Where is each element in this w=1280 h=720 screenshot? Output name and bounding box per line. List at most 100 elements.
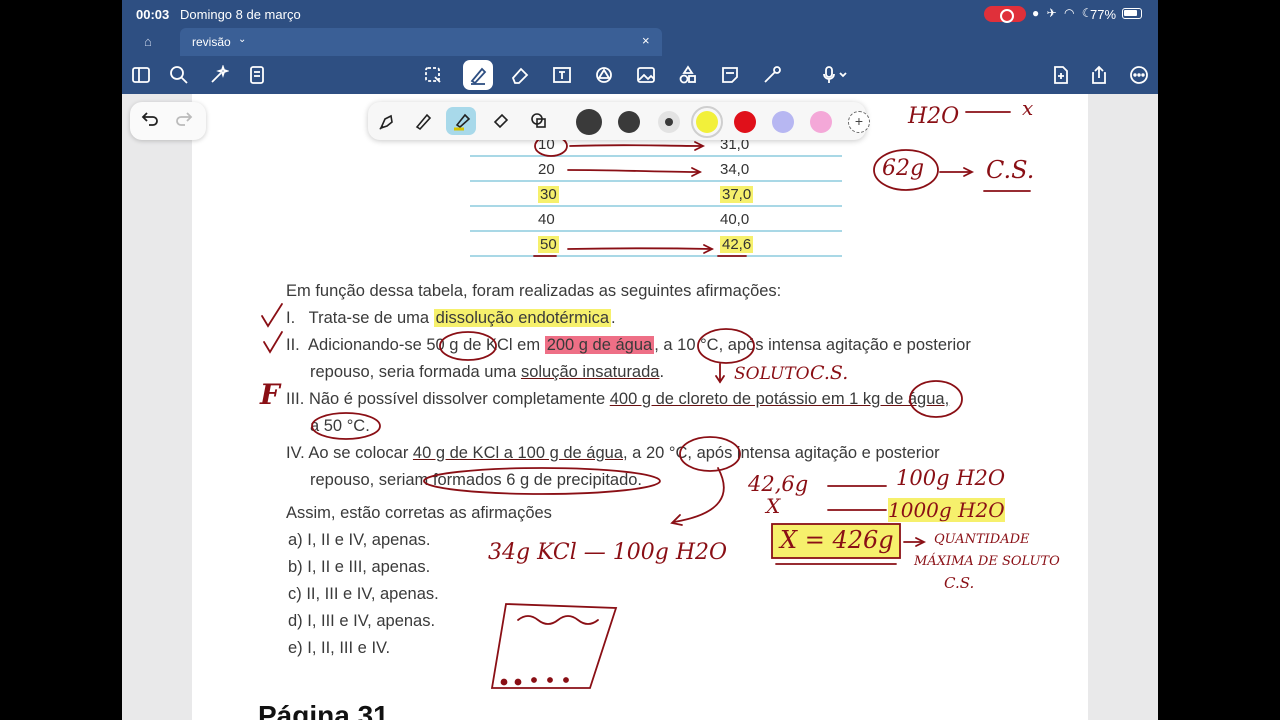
pen-palette: +: [368, 102, 870, 140]
statement-iv: IV. Ao se colocar 40 g de KCl a 100 g de…: [286, 444, 940, 463]
pen-icon[interactable]: [463, 60, 493, 90]
table-row: 30 37,0: [470, 182, 842, 207]
statement-ii-cont: repouso, seria formada uma solução insat…: [310, 363, 664, 382]
undo-redo-bar: [130, 102, 206, 140]
option-a: a) I, II e IV, apenas.: [288, 531, 431, 549]
arrow-head: [715, 375, 725, 384]
statement-ii: II. Adicionando-se 50 g de KCl em 200 g …: [286, 336, 971, 355]
arrow-head: [963, 167, 975, 177]
table-cell-sol: 34,0: [720, 161, 750, 178]
handwritten-x-mark: X: [766, 494, 781, 518]
underlined-text: solução insaturada: [520, 363, 660, 381]
option-d: d) I, III e IV, apenas.: [288, 612, 436, 630]
color-swatch[interactable]: [734, 111, 756, 133]
color-swatch-selected[interactable]: [691, 106, 723, 138]
add-page-icon[interactable]: [1046, 60, 1076, 90]
statement-text: Adicionando-se: [308, 336, 427, 354]
status-time: 00:03: [136, 7, 170, 22]
tab-revisao[interactable]: revisão ⌄ ×: [180, 28, 662, 56]
statement-number: III.: [286, 390, 305, 408]
search-icon[interactable]: [164, 60, 194, 90]
highlighted-text: 200 g de água: [544, 336, 655, 354]
table-cell-sol: 40,0: [720, 211, 750, 228]
highlighted-text: dissolução endotérmica: [433, 309, 612, 327]
lasso-icon[interactable]: [418, 60, 448, 90]
tab-bar: ⌂ revisão ⌄ ×: [122, 28, 1158, 56]
status-date: Domingo 8 de março: [180, 7, 301, 22]
statement-iv-cont: repouso, seriam formados 6 g de precipit…: [310, 471, 643, 489]
table-row: 20 34,0: [470, 157, 842, 182]
fountain-pen-icon[interactable]: [372, 107, 402, 135]
table-cell-sol: 42,6: [720, 236, 754, 253]
chevron-down-icon[interactable]: ⌄: [238, 34, 246, 45]
laser-pointer-icon[interactable]: [757, 60, 787, 90]
table-cell-sol: 37,0: [720, 186, 754, 203]
handwritten-cs: C.S.: [986, 156, 1035, 184]
arrow-stroke: [673, 467, 725, 523]
sidebar-icon[interactable]: [126, 60, 156, 90]
more-icon[interactable]: [1124, 60, 1154, 90]
handwritten-426: 42,6g: [748, 472, 809, 496]
handwritten-kcl: 34g KCl — 100g H2O: [488, 540, 728, 565]
table-cell-temp: 50: [538, 236, 559, 253]
color-swatch[interactable]: [658, 111, 680, 133]
check-stroke: [261, 303, 283, 328]
statement-iii-cont: a 50 °C.: [310, 417, 370, 435]
shapes-icon[interactable]: [524, 107, 554, 135]
redo-icon[interactable]: [174, 109, 198, 133]
toolbar: [122, 56, 1158, 94]
statement-text: de KCl em: [458, 336, 545, 354]
screen-recording-icon[interactable]: [984, 6, 1026, 23]
image-icon[interactable]: [631, 60, 661, 90]
connectivity-icons: ● ✈ ◠ ☾: [1032, 6, 1095, 20]
table-cell-temp: 20: [538, 161, 555, 178]
handwritten-h2o-top: H2O: [908, 104, 960, 129]
battery-percent: 77%: [1090, 7, 1117, 22]
arrow-head: [915, 537, 927, 547]
eraser-icon[interactable]: [505, 60, 535, 90]
magic-icon[interactable]: [204, 60, 234, 90]
status-bar: 00:03 Domingo 8 de março ● ✈ ◠ ☾ 77%: [122, 0, 1158, 28]
color-swatch[interactable]: [576, 109, 602, 135]
shapes-icon[interactable]: [589, 60, 619, 90]
wave-stroke: [517, 615, 599, 625]
handwritten-result: X = 426g: [780, 526, 894, 554]
handwritten-62g: 62g: [882, 156, 925, 181]
textbox-icon[interactable]: [547, 60, 577, 90]
statement-text: Não é possível dissolver completamente: [308, 390, 610, 408]
statement-iii: III. Não é possível dissolver completame…: [286, 390, 949, 409]
option-c: c) II, III e IV, apenas.: [288, 585, 439, 603]
document-page[interactable]: 10 31,0 20 34,0 30 37,0 40 40,0 50 42,6 …: [192, 94, 1088, 720]
color-swatch[interactable]: [618, 111, 640, 133]
add-color-button[interactable]: +: [848, 111, 870, 133]
statement-text: Trata-se de uma: [308, 309, 434, 327]
question-intro: Em função dessa tabela, foram realizadas…: [286, 282, 782, 300]
close-icon[interactable]: ×: [642, 33, 650, 48]
statement-text: 50 g: [426, 336, 459, 354]
color-swatch[interactable]: [810, 111, 832, 133]
sticky-note-icon[interactable]: [715, 60, 745, 90]
handwritten-1000g: 1000g H2O: [888, 498, 1005, 522]
eraser-icon[interactable]: [486, 107, 516, 135]
next-page-heading: Página 31: [258, 700, 389, 720]
elements-icon[interactable]: [673, 60, 703, 90]
statement-text: , a 20 °C, após intensa agitação e poste…: [623, 444, 940, 462]
color-swatch[interactable]: [772, 111, 794, 133]
ballpoint-pen-icon[interactable]: [408, 107, 438, 135]
handwritten-100g: 100g H2O: [896, 466, 1006, 490]
ipad-screen: 00:03 Domingo 8 de março ● ✈ ◠ ☾ 77% ⌂ r…: [122, 0, 1158, 720]
table-cell-temp: 40: [538, 211, 555, 228]
microphone-icon[interactable]: [812, 60, 858, 90]
document-icon[interactable]: [242, 60, 272, 90]
tab-title: revisão: [192, 35, 231, 49]
statement-i: I. Trata-se de uma dissolução endotérmic…: [286, 309, 616, 328]
statement-text: .: [611, 309, 616, 327]
document-canvas[interactable]: 10 31,0 20 34,0 30 37,0 40 40,0 50 42,6 …: [122, 94, 1158, 720]
share-icon[interactable]: [1084, 60, 1114, 90]
statement-number: IV.: [286, 444, 305, 462]
statement-number: I.: [286, 309, 296, 327]
handwritten-cs: C.S.: [810, 362, 849, 384]
home-icon[interactable]: ⌂: [144, 34, 160, 50]
highlighter-icon[interactable]: [446, 107, 476, 135]
undo-icon[interactable]: [140, 109, 164, 133]
